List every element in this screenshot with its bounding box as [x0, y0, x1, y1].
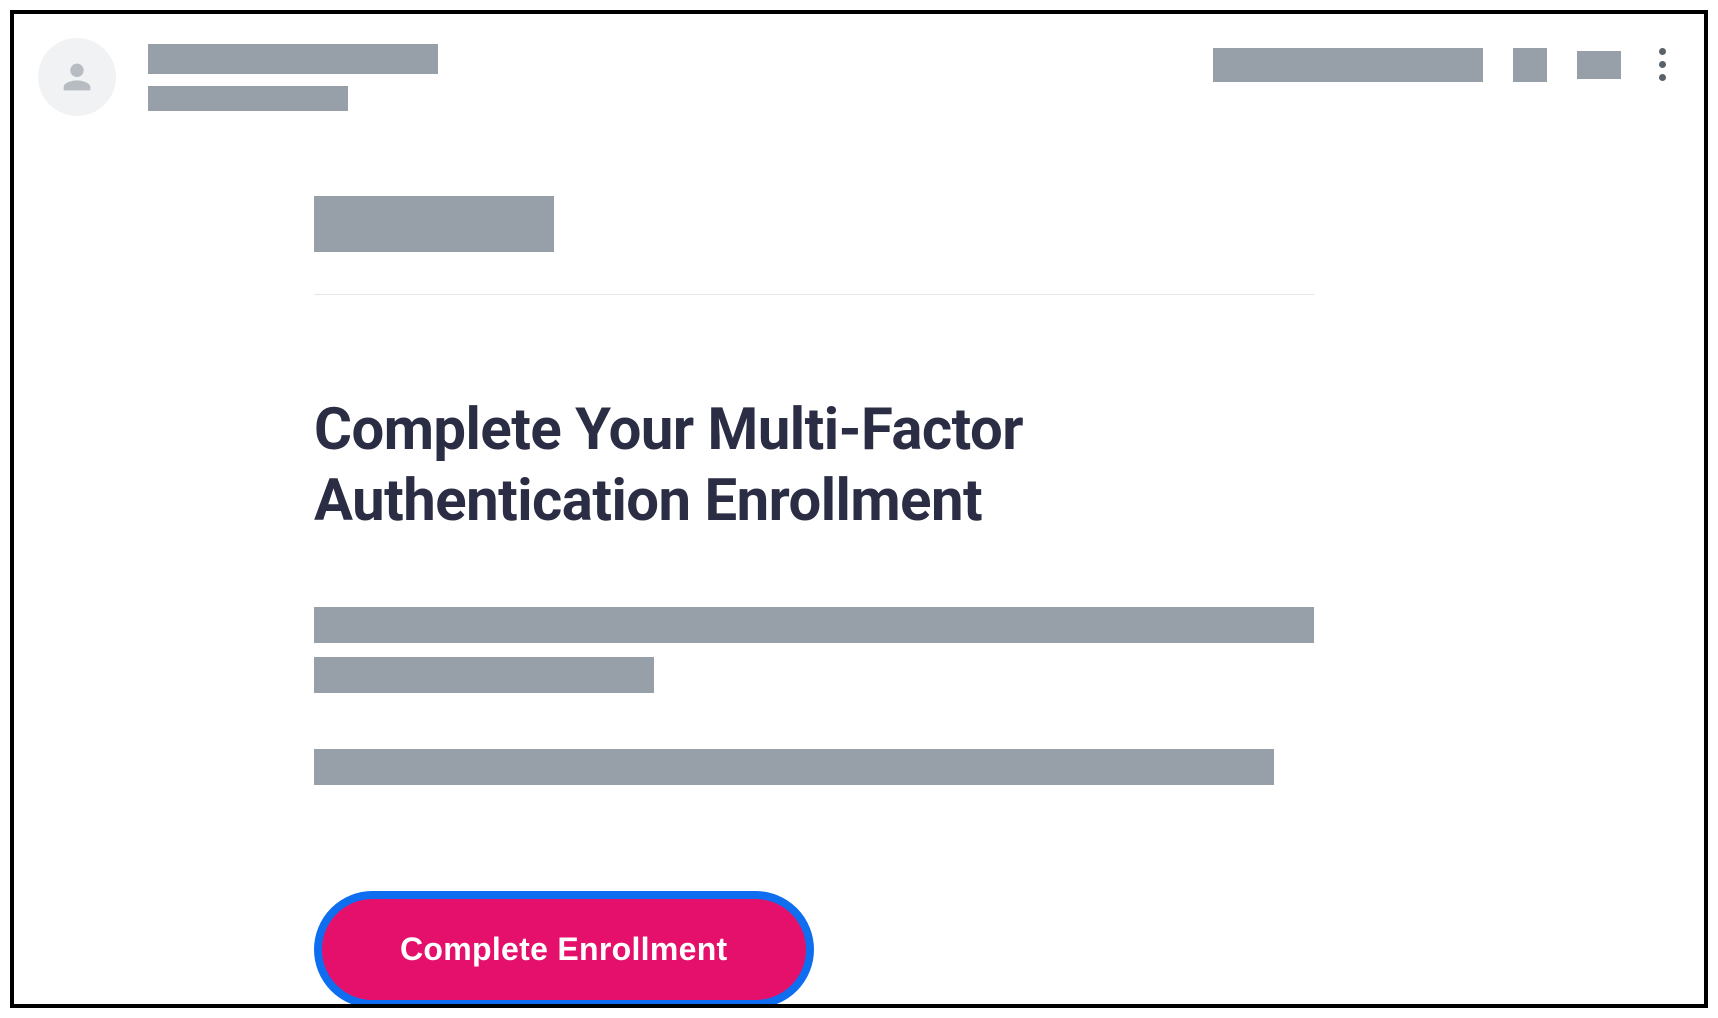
email-frame: Complete Your Multi-Factor Authenticatio… [10, 10, 1708, 1008]
email-header [14, 14, 1704, 136]
email-body: Complete Your Multi-Factor Authenticatio… [14, 136, 1494, 1008]
more-options-button[interactable] [1651, 44, 1674, 85]
email-headline: Complete Your Multi-Factor Authenticatio… [314, 395, 1314, 537]
avatar[interactable] [38, 38, 116, 116]
sender-block [38, 38, 438, 116]
sender-sub-redacted [148, 86, 348, 111]
sender-lines [148, 38, 438, 111]
kebab-dot-icon [1659, 61, 1666, 68]
brand-logo-redacted [314, 196, 554, 252]
body-text-redacted [314, 749, 1274, 785]
paragraph-1 [314, 607, 1314, 693]
paragraph-2 [314, 749, 1314, 785]
sender-name-redacted [148, 44, 438, 74]
person-icon [57, 57, 97, 97]
kebab-dot-icon [1659, 74, 1666, 81]
action-redacted-med[interactable] [1577, 51, 1621, 79]
action-redacted-small[interactable] [1513, 48, 1547, 82]
action-redacted-long [1213, 48, 1483, 82]
body-text-redacted [314, 607, 1314, 643]
body-text-redacted [314, 657, 654, 693]
complete-enrollment-button[interactable]: Complete Enrollment [314, 891, 814, 1008]
divider [314, 294, 1314, 295]
kebab-dot-icon [1659, 48, 1666, 55]
header-actions [1213, 38, 1674, 85]
